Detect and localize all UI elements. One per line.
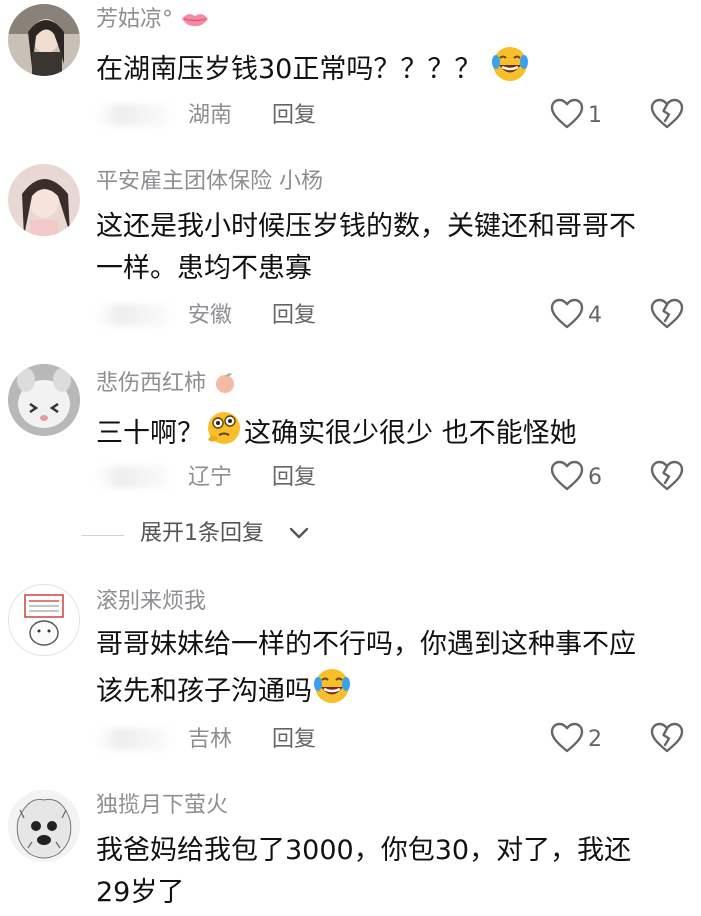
comment-meta: 吉林 回复 2: [96, 722, 696, 758]
heart-outline-icon[interactable]: [550, 460, 584, 492]
divider: [82, 535, 124, 536]
username[interactable]: 滚别来烦我: [96, 588, 206, 616]
timestamp: [96, 304, 176, 326]
broken-heart-icon[interactable]: [650, 460, 684, 492]
heart-outline-icon[interactable]: [550, 98, 584, 130]
location: 湖南: [188, 103, 233, 128]
lips-icon: [180, 9, 210, 37]
location: 安徽: [188, 303, 233, 328]
comment-text: 三十啊？ 这确实很少很少 也不能怪她: [96, 408, 696, 461]
broken-heart-icon[interactable]: [650, 722, 684, 754]
heart-outline-icon[interactable]: [550, 298, 584, 330]
like-count: 6: [588, 465, 602, 490]
comment-text: 我爸妈给我包了3000，你包30，对了，我还 29岁了: [96, 835, 632, 908]
comment-text: 在湖南压岁钱30正常吗？？？？: [96, 44, 696, 97]
avatar[interactable]: [8, 584, 80, 656]
like-count: 1: [588, 103, 602, 128]
timestamp: [96, 104, 176, 126]
username[interactable]: 芳姑凉°: [96, 6, 210, 37]
avatar[interactable]: [8, 164, 80, 236]
timestamp: [96, 728, 176, 750]
heart-outline-icon[interactable]: [550, 722, 584, 754]
username[interactable]: 平安雇主团体保险 小杨: [96, 168, 323, 196]
timestamp: [96, 466, 176, 488]
reply-button[interactable]: 回复: [272, 726, 316, 754]
broken-heart-icon[interactable]: [650, 98, 684, 130]
comment-meta: 湖南 回复 1: [96, 98, 696, 134]
like-count: 4: [588, 303, 602, 328]
username[interactable]: 独揽月下萤火: [96, 792, 228, 820]
username[interactable]: 悲伤西红柿: [96, 370, 237, 402]
comment-text: 这还是我小时候压岁钱的数，关键还和哥哥不 一样。患均不患寡: [96, 211, 636, 284]
avatar[interactable]: [8, 790, 80, 862]
woozy-thinking-emoji: [204, 408, 244, 461]
avatar[interactable]: [8, 364, 80, 436]
broken-heart-icon[interactable]: [650, 298, 684, 330]
location: 辽宁: [188, 465, 233, 490]
comment-meta: 辽宁 回复 6: [96, 460, 696, 496]
tears-of-joy-emoji: [312, 666, 352, 719]
location: 吉林: [188, 727, 233, 752]
peach-icon: [213, 370, 237, 402]
comment-meta: 安徽 回复 4: [96, 298, 696, 334]
like-count: 2: [588, 727, 602, 752]
reply-button[interactable]: 回复: [272, 302, 316, 330]
reply-button[interactable]: 回复: [272, 102, 316, 130]
chevron-down-icon: [288, 524, 310, 546]
expand-replies-label: 展开1条回复: [140, 521, 264, 546]
comment-text: 哥哥妹妹给一样的不行吗，你遇到这种事不应 该先和孩子沟通吗: [96, 624, 696, 719]
expand-replies-button[interactable]: 展开1条回复: [82, 518, 382, 552]
avatar[interactable]: [8, 4, 80, 76]
tears-of-joy-emoji: [490, 44, 530, 97]
reply-button[interactable]: 回复: [272, 464, 316, 492]
